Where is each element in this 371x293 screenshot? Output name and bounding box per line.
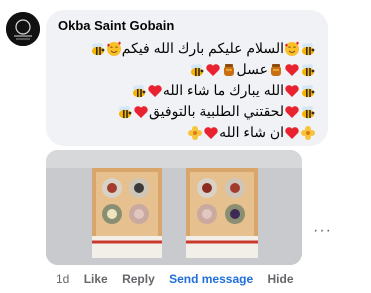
more-options-icon[interactable]: ···: [313, 222, 332, 240]
hibiscus-emoji: [300, 125, 316, 141]
hibiscus-emoji: [187, 125, 203, 141]
red-heart-emoji: [284, 62, 300, 78]
comment-bubble: Okba Saint Gobain السلام عليكم بارك الله…: [46, 10, 328, 146]
like-button[interactable]: Like: [84, 272, 108, 286]
bee-emoji: [300, 41, 316, 57]
bee-emoji: [189, 62, 205, 78]
red-heart-emoji: [133, 104, 149, 120]
red-heart-emoji: [203, 125, 219, 141]
attached-photo[interactable]: [46, 150, 302, 265]
hide-button[interactable]: Hide: [267, 272, 293, 286]
comment-line: لحقتني الطلبية بالتوفيق: [54, 101, 316, 122]
bee-emoji: [90, 41, 106, 57]
comment-line-text: السلام عليكم بارك الله فيكم: [121, 40, 284, 56]
comment-line: ان شاء الله: [54, 122, 316, 143]
red-heart-emoji: [284, 104, 300, 120]
comment-timestamp[interactable]: 1d: [56, 272, 69, 286]
bee-emoji: [300, 104, 316, 120]
red-heart-emoji: [147, 83, 163, 99]
smiling-face-with-hearts-emoji: [106, 41, 122, 57]
bee-emoji: [300, 83, 316, 99]
red-heart-emoji: [284, 125, 300, 141]
comment-actions: 1d Like Reply Send message Hide: [56, 272, 305, 286]
comment-line-text: لحقتني الطلبية بالتوفيق: [149, 103, 284, 119]
comment-line: السلام عليكم بارك الله فيكم: [54, 38, 316, 59]
commenter-avatar[interactable]: [6, 12, 40, 46]
smiling-face-with-hearts-emoji: [284, 41, 300, 57]
comment-line: الله يبارك ما شاء الله: [54, 80, 316, 101]
honey-pot-emoji: [221, 62, 237, 78]
comment-line: عسل: [54, 59, 316, 80]
comment-line-text: ان شاء الله: [219, 124, 284, 140]
comment-text: السلام عليكم بارك الله فيكم عسل الله يبا…: [54, 38, 316, 143]
comment-line-text: عسل: [236, 61, 268, 77]
bee-emoji: [131, 83, 147, 99]
comment-author[interactable]: Okba Saint Gobain: [58, 18, 174, 33]
red-heart-emoji: [284, 83, 300, 99]
reply-button[interactable]: Reply: [122, 272, 155, 286]
send-message-button[interactable]: Send message: [169, 272, 253, 286]
comment-line-text: الله يبارك ما شاء الله: [162, 82, 284, 98]
bee-emoji: [117, 104, 133, 120]
bee-emoji: [300, 62, 316, 78]
honey-pot-emoji: [268, 62, 284, 78]
red-heart-emoji: [205, 62, 221, 78]
